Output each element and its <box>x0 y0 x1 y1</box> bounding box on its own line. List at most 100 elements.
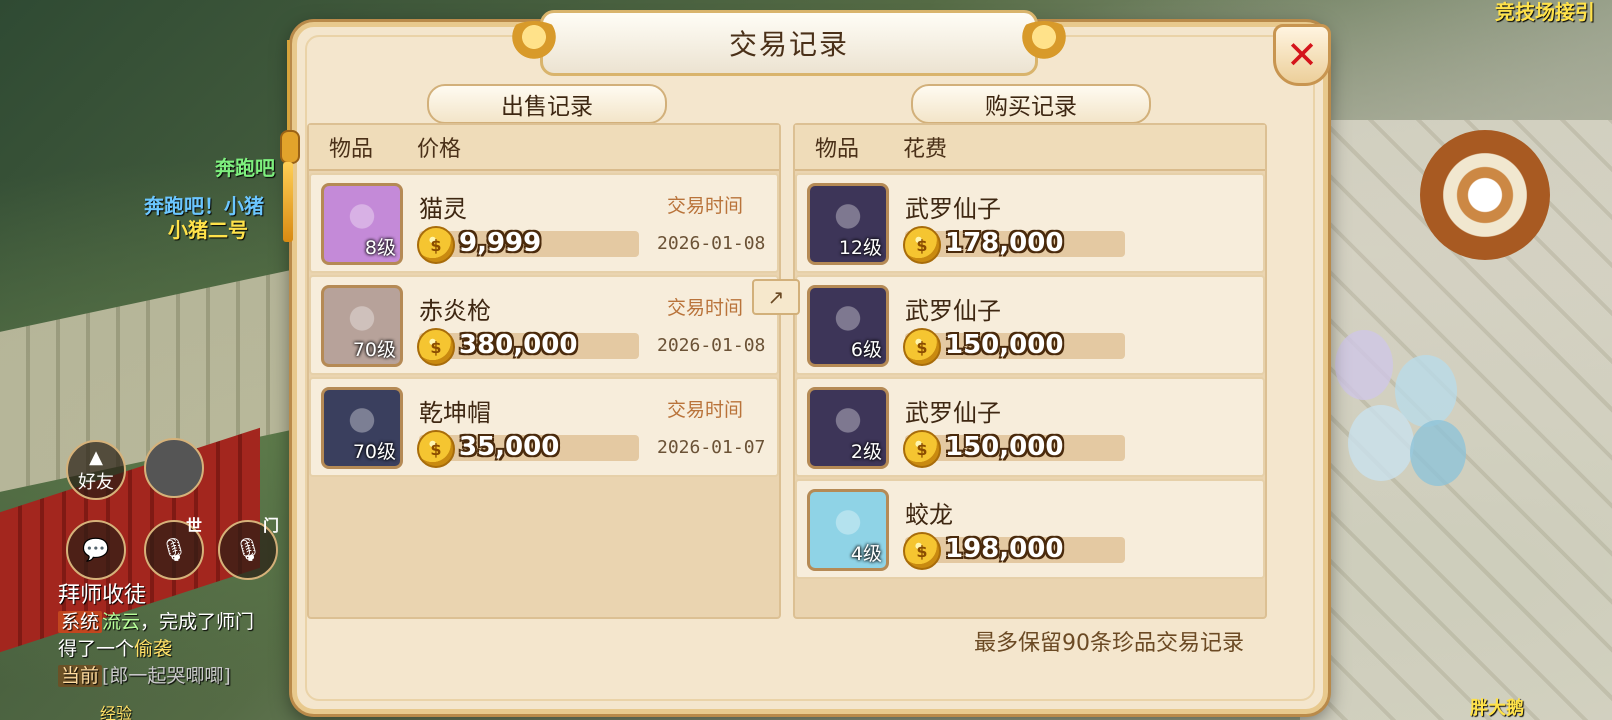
close-icon: ✕ <box>1286 33 1318 77</box>
channel-world-label: 世 <box>186 516 203 535</box>
item-price: 198,000 <box>945 534 1064 564</box>
chat-tag-current: 当前 <box>58 665 103 687</box>
item-icon[interactable]: 12级 <box>807 183 889 265</box>
price-bar: $ 35,000 <box>417 430 639 468</box>
sell-record-row[interactable]: 8级 猫灵 $ 9,999 交易时间 2026-01-08 <box>309 173 779 273</box>
buy-record-row[interactable]: 4级 蛟龙 $ 198,000 <box>795 479 1265 579</box>
sell-record-row[interactable]: 70级 乾坤帽 $ 35,000 交易时间 2026-01-07 <box>309 377 779 477</box>
buy-panel: 物品 花费 12级 武罗仙子 $ 178,000 6级 武罗仙子 $ 150,0… <box>793 123 1267 619</box>
npc-name[interactable]: 竞技场接引 <box>1495 0 1595 25</box>
coin-icon: $ <box>903 328 941 366</box>
price-bar: $ 150,000 <box>903 430 1125 468</box>
item-level: 6级 <box>850 339 882 361</box>
exp-label: 经验 <box>100 704 133 720</box>
npc-name[interactable]: 胖大鹅 <box>1470 694 1524 720</box>
item-icon[interactable]: 2级 <box>807 387 889 469</box>
friends-icon: ▲ <box>89 446 103 468</box>
price-bar: $ 9,999 <box>417 226 639 264</box>
item-price: 178,000 <box>945 228 1064 258</box>
item-name: 武罗仙子 <box>905 195 1001 223</box>
item-level: 2级 <box>850 441 882 463</box>
buy-record-row[interactable]: 12级 武罗仙子 $ 178,000 <box>795 173 1265 273</box>
chat-bubble-icon: 💬 <box>82 537 110 563</box>
buy-column-header: 物品 花费 <box>795 125 1265 171</box>
balloon <box>1348 405 1414 481</box>
item-name: 赤炎枪 <box>419 297 491 325</box>
dialog-title: 交易记录 <box>728 28 849 61</box>
chat-line: 得了一个偷袭 <box>58 636 288 663</box>
npc-name[interactable]: 奔跑吧 <box>215 152 275 181</box>
price-bar: $ 178,000 <box>903 226 1125 264</box>
share-button[interactable]: ↗ <box>752 279 800 315</box>
item-price: 35,000 <box>459 432 560 462</box>
chat-item-link[interactable]: 偷袭 <box>134 638 172 660</box>
item-name: 蛟龙 <box>905 501 953 529</box>
dialog-title-plate: 交易记录 <box>503 10 1075 76</box>
chat-user[interactable]: 流云 <box>102 611 140 633</box>
trade-time-label: 交易时间 <box>667 195 744 217</box>
item-icon[interactable]: 8级 <box>321 183 403 265</box>
chat-text: 得了一个 <box>58 638 135 660</box>
coin-icon: $ <box>417 328 455 366</box>
item-icon[interactable]: 6级 <box>807 285 889 367</box>
microphone-icon: 🎙 <box>234 537 262 563</box>
price-bar: $ 380,000 <box>417 328 639 366</box>
balloon <box>1410 420 1466 486</box>
coin-icon: $ <box>417 430 455 468</box>
tassel-ornament <box>280 40 300 242</box>
price-bar: $ 150,000 <box>903 328 1125 366</box>
share-icon: ↗ <box>767 285 785 309</box>
trade-time-label: 交易时间 <box>667 297 744 319</box>
item-price: 380,000 <box>459 330 578 360</box>
chat-button[interactable]: 💬 <box>66 520 126 580</box>
trade-date: 2026-01-08 <box>657 233 766 254</box>
item-level: 8级 <box>364 237 396 259</box>
trade-time-label: 交易时间 <box>667 399 744 421</box>
item-name: 乾坤帽 <box>419 399 491 427</box>
item-level: 12级 <box>838 237 882 259</box>
item-name: 武罗仙子 <box>905 297 1001 325</box>
chat-text: [郎一起哭唧唧] <box>102 665 231 687</box>
npc-name[interactable]: 小猪二号 <box>168 214 248 243</box>
channel-clan-label: 门 <box>263 516 280 535</box>
sell-record-heading: 出售记录 <box>427 84 667 124</box>
buy-record-row[interactable]: 6级 武罗仙子 $ 150,000 <box>795 275 1265 375</box>
col-price: 价格 <box>417 137 462 162</box>
chat-text: ，完成了师门 <box>140 611 255 633</box>
sell-record-row[interactable]: 70级 赤炎枪 $ 380,000 交易时间 2026-01-08 <box>309 275 779 375</box>
coin-icon: $ <box>903 430 941 468</box>
avatar[interactable] <box>144 438 204 498</box>
chat-title: 拜师收徒 <box>58 583 147 608</box>
item-icon[interactable]: 70级 <box>321 285 403 367</box>
item-icon[interactable]: 70级 <box>321 387 403 469</box>
buy-record-row[interactable]: 2级 武罗仙子 $ 150,000 <box>795 377 1265 477</box>
item-level: 4级 <box>850 543 882 565</box>
item-icon[interactable]: 4级 <box>807 489 889 571</box>
ornament-icon <box>503 21 565 61</box>
chat-line: 当前 [郎一起哭唧唧] <box>58 663 288 690</box>
col-item: 物品 <box>815 137 860 162</box>
coin-icon: $ <box>903 226 941 264</box>
close-button[interactable]: ✕ <box>1273 24 1331 86</box>
chat-panel[interactable]: 拜师收徒 系统 流云，完成了师门 得了一个偷袭 当前 [郎一起哭唧唧] <box>58 583 288 690</box>
item-level: 70级 <box>352 339 396 361</box>
chat-line: 系统 流云，完成了师门 <box>58 609 288 636</box>
chat-tag-system: 系统 <box>58 611 103 633</box>
friends-label: 好友 <box>78 471 114 493</box>
friends-button[interactable]: ▲ 好友 <box>66 440 126 500</box>
item-price: 150,000 <box>945 330 1064 360</box>
price-bar: $ 198,000 <box>903 532 1125 570</box>
item-name: 武罗仙子 <box>905 399 1001 427</box>
buy-record-heading: 购买记录 <box>911 84 1151 124</box>
microphone-icon: 🎙 <box>160 537 188 563</box>
coin-icon: $ <box>903 532 941 570</box>
ornament-icon <box>1013 21 1075 61</box>
col-item: 物品 <box>329 137 374 162</box>
trade-date: 2026-01-07 <box>657 437 766 458</box>
item-price: 9,999 <box>459 228 542 258</box>
scene-drum <box>1420 130 1550 260</box>
item-price: 150,000 <box>945 432 1064 462</box>
balloon <box>1335 330 1393 400</box>
sell-column-header: 物品 价格 <box>309 125 779 171</box>
trade-record-dialog: 出售记录 购买记录 物品 价格 8级 猫灵 $ 9,999 交易时间 2026-… <box>292 22 1328 714</box>
